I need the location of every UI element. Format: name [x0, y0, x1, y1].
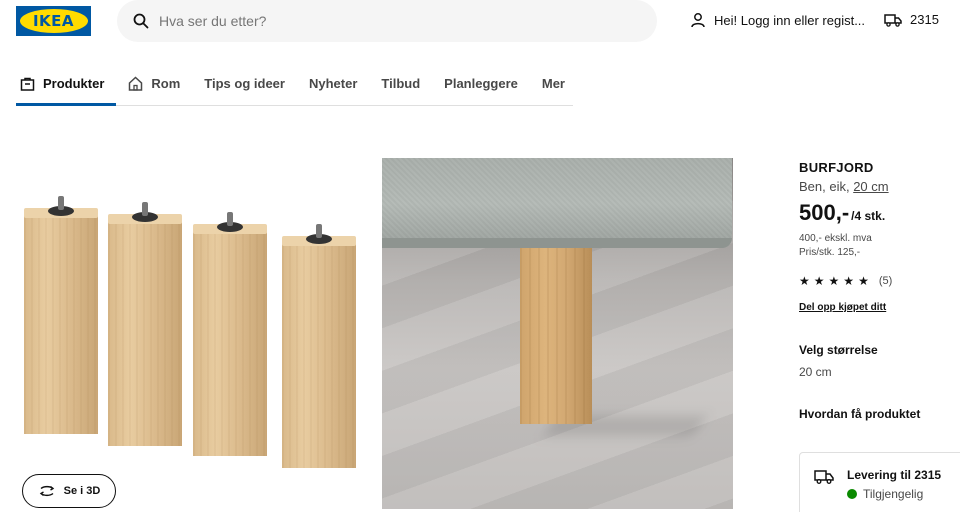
- logo-text: IKEA: [32, 12, 75, 30]
- product-image-context[interactable]: [382, 158, 733, 509]
- nav-label: Mer: [541, 76, 565, 91]
- bolt: [316, 224, 322, 238]
- delivery-option-card[interactable]: Levering til 2315 Tilgjengelig: [799, 452, 960, 512]
- postcode-label: 2315: [910, 12, 939, 27]
- delivery-postcode[interactable]: 2315: [884, 12, 939, 27]
- rating[interactable]: ★ ★ ★ ★ ★ (5): [799, 274, 960, 288]
- view-3d-button[interactable]: Se i 3D: [22, 474, 116, 508]
- nav-label: Nyheter: [308, 76, 358, 91]
- product-description: Ben, eik, 20 cm: [799, 179, 889, 194]
- price-per-unit: Pris/stk. 125,-: [799, 247, 861, 258]
- nav-label: Planleggere: [444, 76, 518, 91]
- nav-item-tips[interactable]: Tips og ideer: [192, 62, 297, 105]
- nav-label: Produkter: [43, 76, 105, 91]
- login-link[interactable]: Hei! Logg inn eller regist...: [690, 12, 865, 28]
- nav-item-rom[interactable]: Rom: [116, 62, 192, 105]
- logo-oval: IKEA: [19, 9, 88, 33]
- delivery-title: Levering til 2315: [847, 468, 942, 482]
- nav-label: Tilbud: [381, 76, 421, 91]
- product-info: BURFJORD Ben, eik, 20 cm 500,- /4 stk. 4…: [799, 158, 960, 421]
- size-link[interactable]: 20 cm: [853, 179, 888, 194]
- split-payment-link[interactable]: Del opp kjøpet ditt: [799, 302, 960, 313]
- search-input[interactable]: [159, 13, 639, 29]
- product-name: BURFJORD: [799, 160, 874, 175]
- user-icon: [691, 13, 705, 28]
- price-unit: /4 stk.: [851, 209, 886, 223]
- nav-item-nyheter[interactable]: Nyheter: [297, 62, 369, 105]
- search-icon: [133, 13, 149, 29]
- nav-item-tilbud[interactable]: Tilbud: [369, 62, 432, 105]
- bolt: [142, 202, 148, 216]
- home-icon: [129, 76, 143, 91]
- product-image-main[interactable]: [16, 158, 366, 512]
- review-count: (5): [878, 275, 893, 287]
- view-3d-label: Se i 3D: [63, 485, 101, 497]
- truck-icon: [814, 470, 834, 484]
- star-icon: ★: [843, 274, 855, 288]
- truck-icon: [884, 13, 902, 27]
- login-label: Hei! Logg inn eller regist...: [714, 12, 866, 28]
- delivery-status-label: Tilgjengelig: [863, 487, 924, 501]
- star-icon: ★: [858, 274, 869, 288]
- price: 500,- /4 stk.: [799, 200, 960, 226]
- wood-leg: [193, 224, 267, 456]
- price-main: 500,-: [799, 200, 850, 225]
- available-dot-icon: [847, 489, 857, 499]
- ikea-logo[interactable]: IKEA: [16, 6, 91, 36]
- bolt: [58, 196, 64, 210]
- wood-leg: [108, 214, 182, 446]
- star-icon: ★: [828, 274, 840, 288]
- price-ex-vat: 400,- ekskl. mva: [799, 233, 872, 244]
- how-to-get-title: Hvordan få produktet: [799, 407, 921, 421]
- nav-label: Rom: [151, 76, 181, 91]
- shopping-bag-icon: [20, 77, 35, 91]
- nav-item-mer[interactable]: Mer: [530, 62, 577, 105]
- bed-base: [382, 158, 732, 248]
- rotate-3d-icon: [39, 485, 54, 497]
- star-icon: ★: [799, 274, 810, 288]
- size-value[interactable]: 20 cm: [799, 365, 960, 379]
- wood-leg-installed: [520, 248, 592, 424]
- search-bar[interactable]: [117, 0, 657, 42]
- main-nav: Produkter Rom Tips og ideer Nyheter Tilb…: [16, 62, 573, 106]
- nav-item-planleggere[interactable]: Planleggere: [432, 62, 530, 105]
- wood-leg: [282, 236, 356, 468]
- nav-label: Tips og ideer: [204, 76, 285, 91]
- bolt: [227, 212, 233, 226]
- star-icon: ★: [813, 274, 825, 288]
- delivery-status: Tilgjengelig: [847, 487, 923, 501]
- size-title: Velg størrelse: [799, 343, 878, 357]
- wood-leg: [24, 208, 98, 434]
- nav-item-produkter[interactable]: Produkter: [16, 62, 117, 106]
